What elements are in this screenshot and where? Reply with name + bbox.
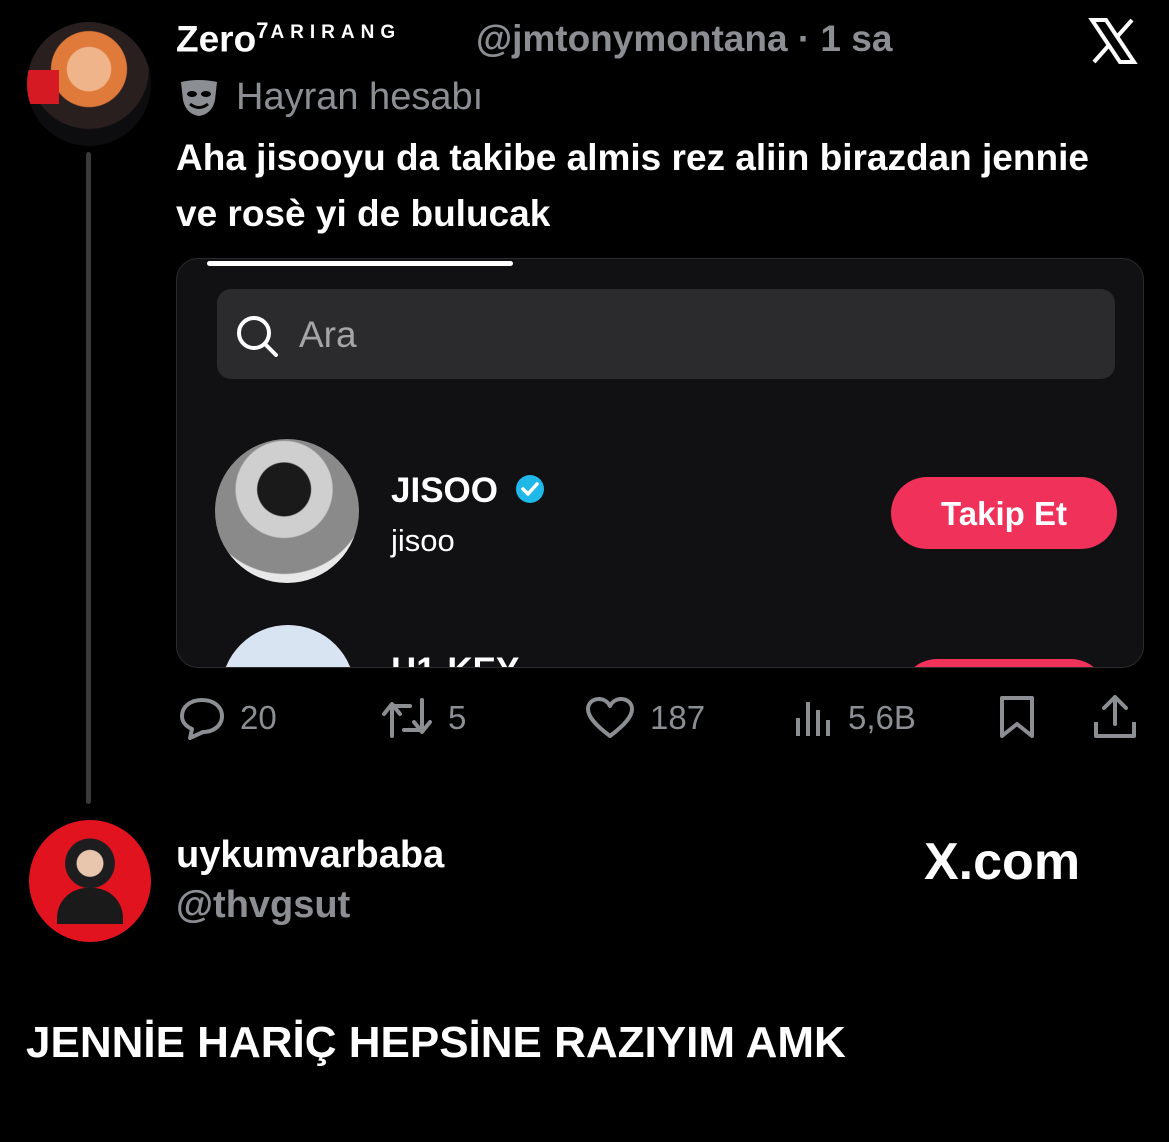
account-avatar[interactable] — [215, 439, 359, 583]
like-count: 187 — [650, 699, 706, 736]
retweet-count: 5 — [448, 699, 467, 736]
account2-avatar[interactable] — [221, 625, 355, 667]
tab-indicator — [207, 261, 513, 266]
account2-name[interactable]: H1-KEY — [391, 651, 519, 667]
follow-button[interactable]: Takip Et — [891, 477, 1117, 549]
share-icon[interactable] — [1092, 694, 1138, 740]
tweet-text: Aha jisooyu da takibe almis rez aliin bi… — [176, 137, 1089, 234]
tweet-author-handle-time[interactable]: @jmtonymontana · 1 sa — [476, 18, 892, 60]
views-action[interactable]: 5,6B — [794, 696, 916, 740]
fan-account-label: Hayran hesabı — [236, 76, 484, 118]
reply-text: JENNİE HARİÇ HEPSİNE RAZIYIM AMK — [26, 1018, 846, 1067]
search-icon — [237, 316, 278, 357]
like-action[interactable]: 187 — [584, 696, 705, 740]
reply-author-avatar[interactable] — [29, 820, 151, 942]
tweet-author-avatar[interactable] — [27, 22, 151, 146]
account-handle: jisoo — [391, 523, 455, 558]
views-icon — [796, 702, 830, 736]
verified-check-icon — [516, 475, 544, 503]
reply-author-handle[interactable]: @thvgsut — [176, 884, 350, 927]
retweet-icon — [382, 698, 432, 738]
like-icon — [586, 697, 634, 738]
account-name[interactable]: JISOO — [391, 471, 498, 511]
reply-count: 20 — [240, 699, 277, 736]
search-bar[interactable] — [217, 289, 1115, 379]
bookmark-icon[interactable] — [996, 694, 1038, 740]
retweet-action[interactable]: 5 — [380, 696, 466, 740]
views-count: 5,6B — [848, 699, 916, 736]
media-card[interactable]: JISOO jisoo Takip Et H1-KEY — [176, 258, 1144, 668]
x-logo-icon — [1088, 18, 1138, 64]
thread-line — [86, 152, 91, 804]
search-input[interactable] — [297, 309, 1081, 361]
reply-action[interactable]: 20 — [178, 696, 277, 740]
fan-mask-icon — [181, 80, 217, 116]
account2-follow-button[interactable] — [901, 659, 1107, 667]
site-watermark: X.com — [924, 833, 1081, 891]
reply-icon — [180, 698, 224, 740]
reply-author-name[interactable]: uykumvarbaba — [176, 834, 444, 877]
tweet-author-name[interactable]: Zero7 ARIRANG — [176, 18, 401, 60]
